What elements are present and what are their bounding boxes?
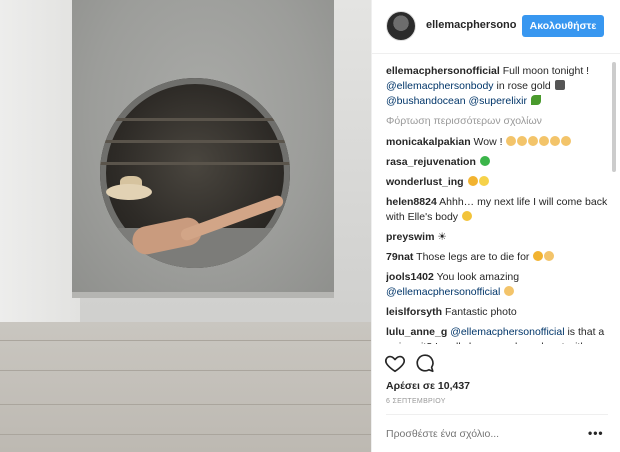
heart-icon[interactable] [384,352,406,374]
follow-button[interactable]: Ακολουθήστε [522,15,604,37]
divider [386,414,608,415]
caption-text: in rose gold [496,80,551,92]
sparkles-emoji-icon [478,176,489,186]
photo-plank [0,370,371,371]
comment-username[interactable]: rasa_rejuvenation [386,156,476,168]
avatar[interactable] [386,11,416,41]
comment-text: You look amazing [436,271,520,283]
comment-text: Fantastic photo [444,306,517,318]
heart-eyes-emoji-icon [467,176,478,186]
ok-hand-emoji-icon [539,136,550,146]
ok-hand-emoji-icon [517,136,528,146]
caption-mention[interactable]: @superelixir [468,95,527,107]
comment-text: Wow ! [473,136,503,148]
photo-plank [0,404,371,405]
post-side-panel: ellemacphersono Ακολουθήστε ellemacphers… [371,0,620,452]
ok-hand-emoji-icon [504,286,515,296]
comment-username[interactable]: preyswim [386,231,434,243]
comment-mention[interactable]: @ellemacphersonofficial [386,286,500,298]
photo-plank [0,434,371,435]
comments-scrollbar[interactable] [612,62,616,172]
comment-username[interactable]: monicakalpakian [386,136,471,148]
photo-beam [100,140,290,143]
caption-mention[interactable]: @bushandocean [386,95,466,107]
list-item: 79nat Those legs are to die for [386,250,610,265]
ok-hand-emoji-icon [528,136,539,146]
caption: ellemacphersonofficial Full moon tonight… [386,64,610,109]
comment-username[interactable]: jools1402 [386,271,434,283]
post-username[interactable]: ellemacphersono [426,19,516,31]
comments-list[interactable]: ellemacphersonofficial Full moon tonight… [386,64,610,344]
photo-floor [0,322,371,452]
comment-username[interactable]: 79nat [386,251,413,263]
ok-hand-emoji-icon [550,136,561,146]
list-item: preyswim ☀ [386,230,610,245]
heart-eyes-emoji-icon [533,251,544,261]
comment-mention[interactable]: @ellemacphersonofficial [450,326,564,338]
caption-username[interactable]: ellemacphersonofficial [386,65,500,77]
comment-username[interactable]: lulu_anne_g [386,326,447,338]
photo-hat [106,184,152,200]
ok-hand-emoji-icon [561,136,572,146]
post-header: ellemacphersono Ακολουθήστε [372,0,620,54]
list-item: wonderlust_ing [386,175,610,190]
list-item: leislforsyth Fantastic photo [386,305,610,320]
caption-mention[interactable]: @ellemacphersonbody [386,80,494,92]
camera-emoji-icon [554,80,565,90]
list-item: jools1402 You look amazing @ellemacphers… [386,270,610,300]
list-item: monicakalpakian Wow ! [386,135,610,150]
comment-username[interactable]: wonderlust_ing [386,176,464,188]
post-photo[interactable] [0,0,371,452]
smiling-emoji-icon [461,211,472,221]
ok-hand-emoji-icon [544,251,555,261]
list-item: lulu_anne_g @ellemacphersonofficial is t… [386,325,610,344]
post-date: 6 ΣΕΠΤΕΜΒΡΙΟΥ [386,398,446,405]
load-more-comments-link[interactable]: Φόρτωση περισσότερων σχολίων [386,114,610,129]
comment-username[interactable]: leislforsyth [386,306,442,318]
leaf-emoji-icon [530,95,541,105]
photo-wall-left [0,0,80,330]
caption-text: Full moon tonight ! [502,65,590,77]
comment-username[interactable]: helen8824 [386,196,437,208]
list-item: rasa_rejuvenation [386,155,610,170]
green-heart-emoji-icon [479,156,490,166]
list-item: helen8824 Ahhh… my next life I will come… [386,195,610,225]
comment-text: ☀ [437,231,447,243]
photo-beam [100,162,290,165]
add-comment-input[interactable] [386,428,576,440]
photo-beam [100,118,290,121]
speech-bubble-icon[interactable] [414,352,436,374]
more-options-button[interactable]: ••• [588,426,604,440]
photo-plank [0,340,371,341]
ok-hand-emoji-icon [506,136,517,146]
comment-text: Those legs are to die for [416,251,530,263]
likes-count[interactable]: Αρέσει σε 10,437 [386,380,470,392]
